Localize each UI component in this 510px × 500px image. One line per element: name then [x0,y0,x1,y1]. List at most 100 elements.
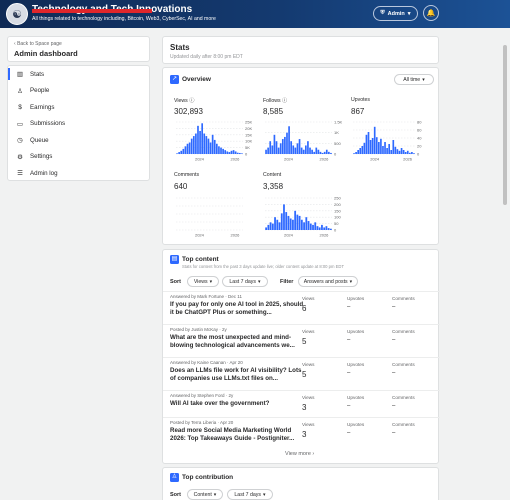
chevron-down-icon: ▾ [407,10,411,17]
chart-bar [267,224,270,230]
follows-chart: 1.5K 1K 500 0 2024 2026 [265,120,343,162]
chart-bar [211,134,214,154]
info-icon[interactable]: ⓘ [189,98,194,104]
comments-chart: 2024 2026 [176,197,243,238]
sidebar-item-settings[interactable]: ⚙ Settings [8,149,149,166]
sort-dropdown[interactable]: Views ▾ [187,276,219,287]
row-title[interactable]: If you pay for only one AI tool in 2025,… [170,301,305,317]
metric-name: Comments [174,172,200,178]
upvotes-chart: 80 60 40 20 0 2024 2026 [353,120,422,162]
chart-bar [404,152,407,154]
y-tick-label: 0 [417,152,420,157]
scrollbar-thumb[interactable] [503,45,507,205]
chart-bar [375,137,378,154]
period-value: Last 7 days [234,491,261,498]
sidebar-item-stats[interactable]: ▥ Stats [8,66,149,83]
chart-bar [226,151,229,154]
y-tick-label: 1.5K [334,120,343,125]
document-icon: ▤ [170,255,179,264]
views-value: 3 [302,430,307,439]
chart-bar [413,153,415,154]
chart-bar [313,151,316,154]
sidebar-item-admin-log[interactable]: ☰ Admin log [8,165,149,182]
x-tick-label: 2024 [195,157,205,162]
y-tick-label: 10K [245,139,252,144]
content-chart: 250200150 10050 0 2024 2026 [265,196,341,238]
row-meta: Answered by Mark Fortune · Dec 11 [170,294,242,299]
chart-bar [218,146,220,154]
admin-icon: ⛨ [380,10,385,16]
sidebar-item-earnings[interactable]: $ Earnings [8,99,149,116]
row-title[interactable]: Will AI take over the government? [170,400,305,408]
table-row[interactable]: Answered by Mark Fortune · Dec 11 If you… [163,291,440,324]
comments-column-label: Comments [392,395,415,400]
chart-bar [321,224,323,230]
filter-value: Answers and posts [303,278,348,285]
chart-bar [285,212,288,230]
sidebar-item-queue[interactable]: ◷ Queue [8,132,149,149]
chart-bar [275,141,278,154]
redaction-bar [32,9,152,13]
sort-dropdown[interactable]: Content ▾ [187,489,223,500]
chart-bar [319,151,322,154]
filter-dropdown[interactable]: Answers and posts ▾ [298,276,358,287]
chart-bar [373,126,376,154]
chart-bar [207,138,210,154]
y-tick-label: 0 [245,152,248,157]
period-dropdown[interactable]: Last 7 days ▾ [227,489,273,500]
stats-icon: ▥ [16,71,24,79]
comments-column-label: Comments [392,296,415,301]
metric-name: Upvotes [351,97,371,103]
chart-bar [294,210,297,230]
chart-bar [278,222,281,230]
chart-bar [182,148,185,154]
table-row[interactable]: Posted by Terra Liberia · Apr 20 Read mo… [163,417,440,450]
back-to-space-link[interactable]: ‹ Back to Space page [14,41,62,47]
info-icon[interactable]: ⓘ [282,98,287,104]
chart-bar [298,139,301,154]
row-title[interactable]: What are the most unexpected and mind-bl… [170,334,305,350]
comments-column-label: Comments [392,362,415,367]
chart-bar [289,218,292,230]
upvotes-value: – [347,337,351,343]
back-link-label: Back to Space page [17,41,62,47]
x-tick-label: 2024 [284,233,294,238]
notifications-button[interactable]: 🔔 [423,5,439,21]
admin-menu-button[interactable]: ⛨ Admin ▾ [373,6,418,21]
sidebar-item-label: Queue [30,136,49,144]
chart-bar [307,221,310,230]
row-title[interactable]: Read more Social Media Marketing World 2… [170,427,305,443]
table-row[interactable]: Posted by Justin McKay · 2y What are the… [163,324,440,357]
metric-value-views: 302,893 [174,107,203,116]
chart-bar [271,223,274,230]
row-meta: Posted by Terra Liberia · Apr 20 [170,420,234,425]
row-meta: Answered by Stephen Ford · 2y [170,393,234,398]
sidebar-item-submissions[interactable]: ▭ Submissions [8,116,149,133]
table-row[interactable]: Answered by Kaine Caanan · Apr 20 Does a… [163,357,440,390]
period-dropdown[interactable]: Last 7 days ▾ [222,276,268,287]
x-tick-label: 2026 [320,233,330,238]
chart-bar [357,150,359,154]
time-range-value: All time [403,76,421,83]
space-logo[interactable]: ☯ [6,3,28,25]
chart-bar [309,223,312,230]
comments-column-label: Comments [392,329,415,334]
chevron-down-icon: ▾ [262,491,266,498]
time-range-dropdown[interactable]: All time ▾ [394,74,434,85]
sidebar-item-people[interactable]: ♙ People [8,83,149,100]
views-value: 6 [302,304,307,313]
submissions-icon: ▭ [16,120,24,128]
sidebar-header: ‹ Back to Space page Admin dashboard [7,36,150,62]
chart-bar [327,228,330,230]
upvotes-value: – [347,304,351,310]
chart-bar [312,224,314,230]
chart-bar [190,138,193,154]
sidebar-item-label: Earnings [30,103,55,111]
row-title[interactable]: Does an LLMs file work for AI visibility… [170,367,305,383]
chart-bar [232,150,235,154]
view-more-button[interactable]: View more › [285,451,314,457]
admin-label: Admin [387,10,405,17]
chart-bar [184,146,187,154]
chart-bar [215,143,218,154]
views-column-label: Views [302,362,315,367]
